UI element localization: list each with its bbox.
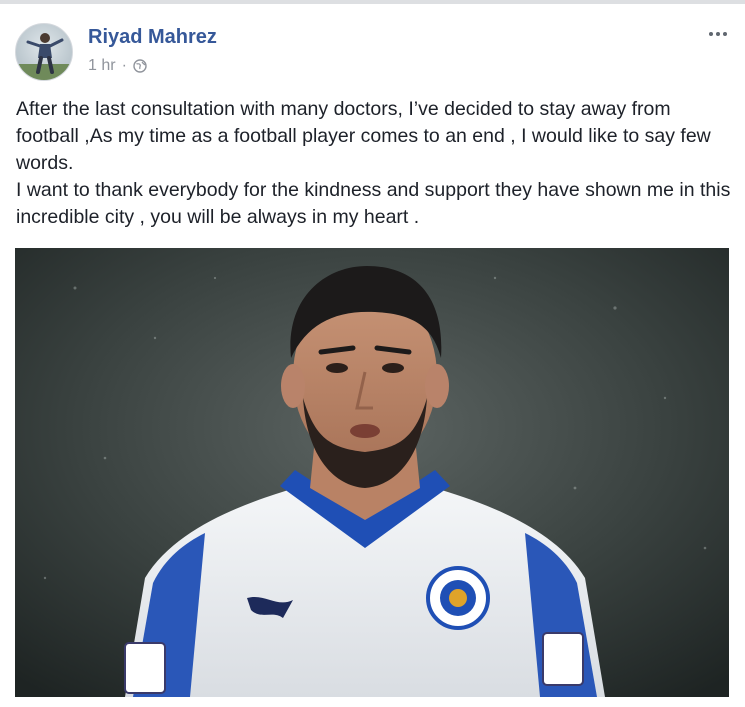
- post-meta: 1 hr ·: [88, 57, 147, 75]
- globe-icon[interactable]: [133, 59, 147, 73]
- post-card: Riyad Mahrez 1 hr · After the last consu…: [0, 4, 745, 707]
- avatar-figure-icon: [16, 33, 72, 80]
- more-dot: [709, 32, 713, 36]
- more-dot: [723, 32, 727, 36]
- post-body-paragraph: I want to thank everybody for the kindne…: [16, 179, 731, 228]
- author-avatar[interactable]: [15, 23, 73, 81]
- post-body-paragraph: After the last consultation with many do…: [16, 98, 711, 174]
- post-photo[interactable]: [15, 248, 729, 697]
- post-body: After the last consultation with many do…: [16, 96, 732, 231]
- player-portrait-image: [15, 248, 729, 697]
- meta-separator: ·: [121, 57, 127, 74]
- more-dot: [716, 32, 720, 36]
- more-options-icon[interactable]: [705, 24, 731, 44]
- post-timestamp[interactable]: 1 hr: [88, 57, 116, 75]
- author-name-link[interactable]: Riyad Mahrez: [88, 26, 217, 49]
